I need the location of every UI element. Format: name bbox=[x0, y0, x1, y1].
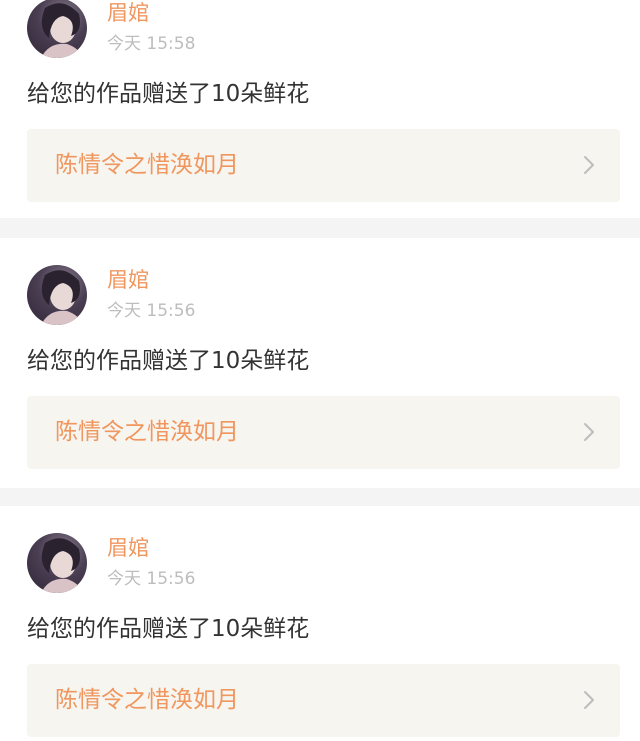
timestamp: 今天 15:56 bbox=[107, 569, 196, 589]
gift-notification-feed: 眉婠 今天 15:58 给您的作品赠送了10朵鲜花 陈情令之惜涣如月 眉婠 今天… bbox=[0, 0, 640, 741]
username[interactable]: 眉婠 bbox=[107, 0, 149, 26]
gift-message: 给您的作品赠送了10朵鲜花 bbox=[27, 616, 310, 642]
chevron-right-icon bbox=[584, 156, 594, 174]
gift-message: 给您的作品赠送了10朵鲜花 bbox=[27, 81, 310, 107]
user-avatar[interactable] bbox=[27, 533, 87, 593]
work-link-card[interactable]: 陈情令之惜涣如月 bbox=[27, 664, 620, 737]
work-title: 陈情令之惜涣如月 bbox=[55, 152, 239, 178]
user-avatar[interactable] bbox=[27, 0, 87, 58]
avatar-portrait-icon bbox=[41, 270, 83, 325]
card-separator bbox=[0, 488, 640, 506]
work-title: 陈情令之惜涣如月 bbox=[55, 419, 239, 445]
avatar-portrait-icon bbox=[41, 3, 83, 58]
username[interactable]: 眉婠 bbox=[107, 267, 149, 293]
timestamp: 今天 15:56 bbox=[107, 301, 196, 321]
chevron-right-icon bbox=[584, 691, 594, 709]
work-link-card[interactable]: 陈情令之惜涣如月 bbox=[27, 129, 620, 202]
notification-card: 眉婠 今天 15:56 给您的作品赠送了10朵鲜花 陈情令之惜涣如月 bbox=[0, 506, 640, 741]
user-avatar[interactable] bbox=[27, 265, 87, 325]
work-title: 陈情令之惜涣如月 bbox=[55, 687, 239, 713]
notification-card: 眉婠 今天 15:58 给您的作品赠送了10朵鲜花 陈情令之惜涣如月 bbox=[0, 0, 640, 218]
work-link-card[interactable]: 陈情令之惜涣如月 bbox=[27, 396, 620, 469]
card-separator bbox=[0, 218, 640, 238]
chevron-right-icon bbox=[584, 423, 594, 441]
avatar-portrait-icon bbox=[41, 538, 83, 593]
notification-card: 眉婠 今天 15:56 给您的作品赠送了10朵鲜花 陈情令之惜涣如月 bbox=[0, 238, 640, 488]
gift-message: 给您的作品赠送了10朵鲜花 bbox=[27, 348, 310, 374]
timestamp: 今天 15:58 bbox=[107, 34, 196, 54]
username[interactable]: 眉婠 bbox=[107, 535, 149, 561]
